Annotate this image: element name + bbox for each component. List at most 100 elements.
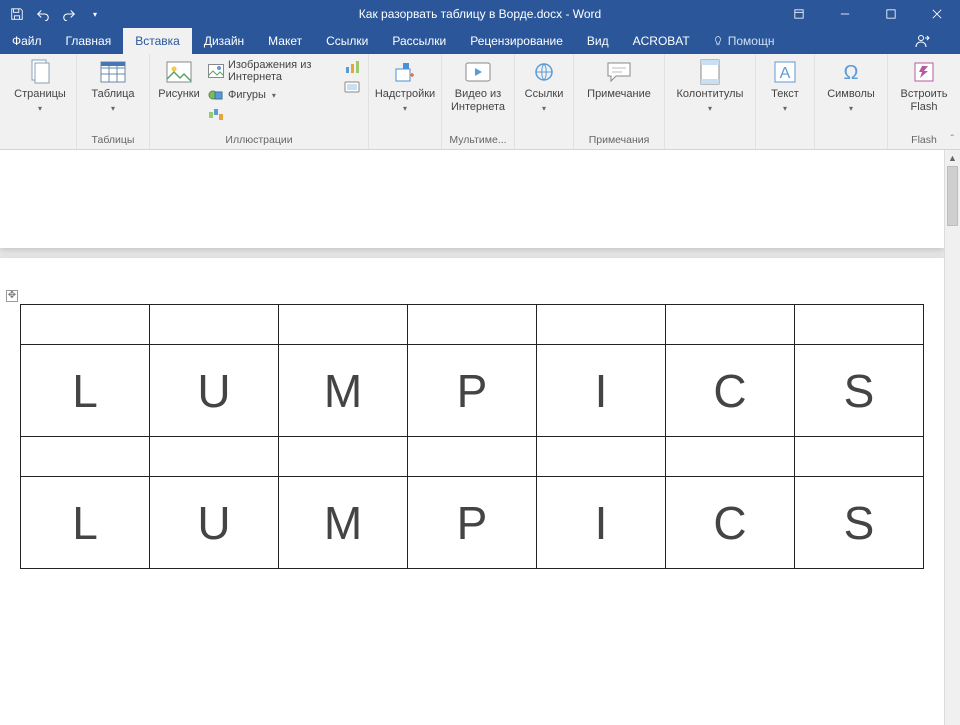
table-cell[interactable]: S <box>795 477 924 569</box>
table-cell[interactable]: S <box>795 345 924 437</box>
addins-button[interactable]: Надстройки ▾ <box>375 56 435 115</box>
table-row[interactable]: L U M P I C S <box>21 345 924 437</box>
table-cell[interactable]: U <box>150 477 279 569</box>
tab-acrobat[interactable]: ACROBAT <box>621 28 702 54</box>
table-cell[interactable]: M <box>279 477 408 569</box>
pictures-button[interactable]: Рисунки <box>156 56 202 103</box>
chart-icon <box>344 59 360 75</box>
ribbon-options-icon[interactable] <box>776 0 822 28</box>
addins-icon <box>391 58 419 86</box>
document-area[interactable]: ✥ L U M P I C S <box>0 150 944 725</box>
table-cell[interactable] <box>408 305 537 345</box>
table-cell[interactable]: C <box>666 477 795 569</box>
group-label: Иллюстрации <box>225 132 292 149</box>
table-cell[interactable] <box>150 437 279 477</box>
tab-layout[interactable]: Макет <box>256 28 314 54</box>
scroll-up-icon[interactable]: ▲ <box>945 150 960 166</box>
table-cell[interactable] <box>408 437 537 477</box>
shapes-icon <box>208 87 224 103</box>
table-cell[interactable]: P <box>408 345 537 437</box>
chevron-down-icon: ▾ <box>111 104 115 113</box>
table-cell[interactable] <box>795 437 924 477</box>
vertical-scrollbar[interactable]: ▲ <box>944 150 960 725</box>
maximize-icon[interactable] <box>868 0 914 28</box>
share-button[interactable] <box>912 28 960 54</box>
svg-text:Ω: Ω <box>844 62 859 84</box>
table-cell[interactable]: I <box>537 477 666 569</box>
tab-mailings[interactable]: Рассылки <box>380 28 458 54</box>
table-button[interactable]: Таблица ▾ <box>83 56 143 115</box>
save-icon[interactable] <box>10 7 24 21</box>
tab-insert[interactable]: Вставка <box>123 28 192 54</box>
page[interactable]: ✥ L U M P I C S <box>0 258 944 725</box>
table-row[interactable] <box>21 437 924 477</box>
pages-button[interactable]: Страницы ▾ <box>10 56 70 115</box>
text-button[interactable]: A Текст ▾ <box>762 56 808 115</box>
document-table[interactable]: L U M P I C S L U M P <box>20 304 924 569</box>
headerfooter-icon <box>696 58 724 86</box>
minimize-icon[interactable] <box>822 0 868 28</box>
chevron-down-icon: ▾ <box>403 104 407 113</box>
table-cell[interactable] <box>279 437 408 477</box>
table-cell[interactable] <box>537 305 666 345</box>
table-cell[interactable] <box>795 305 924 345</box>
tab-references[interactable]: Ссылки <box>314 28 380 54</box>
table-cell[interactable]: L <box>21 477 150 569</box>
table-row[interactable]: L U M P I C S <box>21 477 924 569</box>
group-headerfooter: Колонтитулы ▾ <box>665 54 756 149</box>
group-label: Мультиме... <box>449 132 506 149</box>
chart-button[interactable] <box>342 58 362 76</box>
headerfooter-button[interactable]: Колонтитулы ▾ <box>671 56 749 115</box>
group-label <box>709 132 712 149</box>
symbols-icon: Ω <box>837 58 865 86</box>
table-cell[interactable] <box>150 305 279 345</box>
close-icon[interactable] <box>914 0 960 28</box>
table-row[interactable] <box>21 305 924 345</box>
tab-home[interactable]: Главная <box>54 28 124 54</box>
screenshot-button[interactable] <box>342 78 362 96</box>
ribbon: Страницы ▾ Таблица ▾ Таблицы Рисунки <box>0 54 960 150</box>
comment-icon <box>605 58 633 86</box>
table-label: Таблица <box>91 88 134 101</box>
shapes-button[interactable]: Фигуры ▾ <box>206 86 338 104</box>
online-video-button[interactable]: Видео из Интернета <box>448 56 508 115</box>
share-icon <box>912 32 930 50</box>
table-cell[interactable]: M <box>279 345 408 437</box>
table-cell[interactable]: P <box>408 477 537 569</box>
table-cell[interactable]: C <box>666 345 795 437</box>
tell-me[interactable]: Помощн <box>702 28 785 54</box>
table-cell[interactable] <box>666 305 795 345</box>
page-prev[interactable] <box>0 150 944 248</box>
table-cell[interactable]: I <box>537 345 666 437</box>
online-pictures-button[interactable]: Изображения из Интернета <box>206 58 338 84</box>
table-move-handle-icon[interactable]: ✥ <box>6 290 18 302</box>
group-label: Таблицы <box>92 132 135 149</box>
chevron-down-icon: ▾ <box>783 104 787 113</box>
tab-view[interactable]: Вид <box>575 28 621 54</box>
undo-icon[interactable] <box>36 7 50 21</box>
table-cell[interactable]: L <box>21 345 150 437</box>
tab-file[interactable]: Файл <box>0 28 54 54</box>
table-cell[interactable] <box>537 437 666 477</box>
table-cell[interactable]: U <box>150 345 279 437</box>
tab-review[interactable]: Рецензирование <box>458 28 575 54</box>
links-button[interactable]: Ссылки ▾ <box>521 56 567 115</box>
tab-design[interactable]: Дизайн <box>192 28 256 54</box>
chevron-down-icon: ▾ <box>272 91 276 100</box>
scroll-thumb[interactable] <box>947 166 958 226</box>
table-cell[interactable] <box>279 305 408 345</box>
table-cell[interactable] <box>21 305 150 345</box>
redo-icon[interactable] <box>62 7 76 21</box>
flash-button[interactable]: Встроить Flash <box>894 56 954 115</box>
table-cell[interactable] <box>666 437 795 477</box>
window-title: Как разорвать таблицу в Ворде.docx - Wor… <box>359 7 601 21</box>
chevron-down-icon: ▾ <box>708 104 712 113</box>
symbols-button[interactable]: Ω Символы ▾ <box>821 56 881 115</box>
smartart-button[interactable] <box>206 106 338 124</box>
links-label: Ссылки <box>525 88 564 101</box>
table-cell[interactable] <box>21 437 150 477</box>
comment-button[interactable]: Примечание <box>580 56 658 103</box>
qat-dropdown-icon[interactable]: ▾ <box>88 7 102 21</box>
collapse-ribbon-icon[interactable]: ˆ <box>951 134 954 145</box>
group-label <box>39 132 42 149</box>
